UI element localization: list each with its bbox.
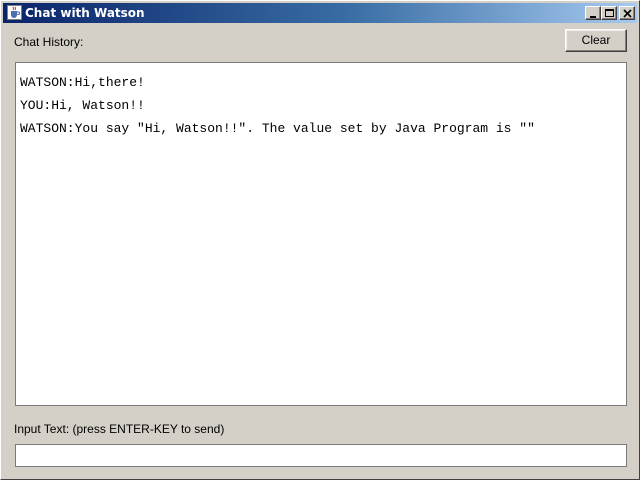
minimize-button[interactable] (585, 6, 601, 20)
chat-message: WATSON:Hi,there! (20, 75, 145, 90)
chat-history-area[interactable]: WATSON:Hi,there! YOU:Hi, Watson!! WATSON:Y… (15, 62, 627, 406)
chat-message: YOU:Hi, Watson!! (20, 98, 145, 113)
message-input[interactable] (15, 444, 627, 467)
maximize-button[interactable] (601, 6, 617, 20)
title-bar[interactable]: Chat with Watson (3, 3, 637, 23)
input-text-label: Input Text: (press ENTER-KEY to send) (14, 422, 225, 436)
chat-history-label: Chat History: (14, 35, 84, 49)
maximize-icon (605, 9, 614, 17)
close-button[interactable] (619, 6, 635, 20)
chat-window: Chat with Watson Chat History: Clear WAT… (0, 0, 640, 480)
close-icon (623, 9, 632, 18)
chat-history-lines: WATSON:Hi,there! YOU:Hi, Watson!! WATSON:Y… (20, 71, 622, 140)
window-title: Chat with Watson (25, 6, 145, 20)
chat-message: WATSON:You say "Hi, Watson!!". The value… (20, 121, 535, 136)
java-cup-icon[interactable] (7, 5, 22, 20)
clear-button[interactable]: Clear (565, 29, 627, 52)
minimize-icon (590, 16, 596, 18)
